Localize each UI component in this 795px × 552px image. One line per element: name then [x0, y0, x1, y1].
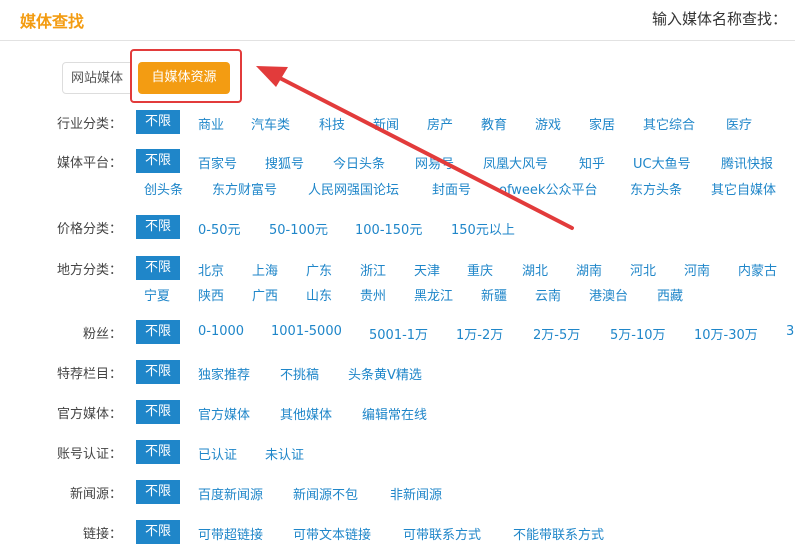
filter-option[interactable]: 陕西: [198, 285, 224, 304]
filter-option[interactable]: ofweek公众平台: [499, 179, 597, 198]
filter-option[interactable]: 0-1000: [198, 324, 244, 339]
filter-option[interactable]: 10万-30万: [694, 324, 758, 343]
filter-option[interactable]: 浙江: [360, 260, 386, 279]
filter-option[interactable]: 可带联系方式: [403, 524, 481, 543]
filter-option[interactable]: 河南: [684, 260, 710, 279]
filter-option[interactable]: 云南: [535, 285, 561, 304]
filter-option[interactable]: 内蒙古: [738, 260, 777, 279]
filter-option[interactable]: UC大鱼号: [633, 153, 691, 172]
filter-option[interactable]: 贵州: [360, 285, 386, 304]
filter-option[interactable]: 5001-1万: [369, 324, 428, 343]
filter-option[interactable]: 上海: [252, 260, 278, 279]
page-title: 媒体查找: [20, 12, 85, 31]
filter-option[interactable]: 0-50元: [198, 219, 241, 238]
filter-option[interactable]: 东方头条: [630, 179, 682, 198]
unlimited-badge[interactable]: 不限: [136, 110, 180, 134]
filter-option[interactable]: 可带文本链接: [293, 524, 371, 543]
filter-label: 媒体平台：: [56, 156, 122, 171]
filter-option[interactable]: 封面号: [432, 179, 471, 198]
filter-option[interactable]: 3: [786, 324, 794, 339]
filter-option[interactable]: 已认证: [198, 444, 237, 463]
filter-option[interactable]: 1万-2万: [456, 324, 503, 343]
filter-option[interactable]: 1001-5000: [271, 324, 342, 339]
filter-option[interactable]: 官方媒体: [198, 404, 250, 423]
filter-option[interactable]: 教育: [481, 114, 507, 133]
unlimited-badge[interactable]: 不限: [136, 215, 180, 239]
unlimited-badge[interactable]: 不限: [136, 149, 180, 173]
filter-option[interactable]: 游戏: [535, 114, 561, 133]
unlimited-badge[interactable]: 不限: [136, 520, 180, 544]
filter-option[interactable]: 新闻: [373, 114, 399, 133]
filter-option[interactable]: 湖北: [522, 260, 548, 279]
filter-option[interactable]: 非新闻源: [390, 484, 442, 503]
filter-option[interactable]: 广西: [252, 285, 278, 304]
filter-option[interactable]: 重庆: [467, 260, 493, 279]
filter-option[interactable]: 腾讯快报: [721, 153, 773, 172]
filter-label: 账号认证：: [56, 447, 122, 462]
filter-option[interactable]: 百度新闻源: [198, 484, 263, 503]
filter-option[interactable]: 凤凰大风号: [483, 153, 548, 172]
filter-option[interactable]: 其它综合: [643, 114, 695, 133]
filter-option[interactable]: 人民网强国论坛: [308, 179, 399, 198]
filter-option[interactable]: 其他媒体: [280, 404, 332, 423]
filter-option[interactable]: 今日头条: [333, 153, 385, 172]
filter-option[interactable]: 商业: [198, 114, 224, 133]
filter-option[interactable]: 不能带联系方式: [513, 524, 604, 543]
filter-option[interactable]: 河北: [630, 260, 656, 279]
filter-option[interactable]: 天津: [414, 260, 440, 279]
unlimited-badge[interactable]: 不限: [136, 320, 180, 344]
filter-label: 新闻源：: [69, 487, 122, 502]
filter-option[interactable]: 2万-5万: [533, 324, 580, 343]
filter-option[interactable]: 知乎: [579, 153, 605, 172]
filter-option[interactable]: 可带超链接: [198, 524, 263, 543]
filter-label: 地方分类：: [56, 263, 122, 278]
filter-label: 链接：: [82, 527, 122, 542]
filter-option[interactable]: 汽车类: [251, 114, 290, 133]
filter-option[interactable]: 医疗: [726, 114, 752, 133]
filter-label: 价格分类：: [56, 222, 122, 237]
filter-option[interactable]: 编辑常在线: [362, 404, 427, 423]
filter-option[interactable]: 新疆: [481, 285, 507, 304]
header: 媒体查找 输入媒体名称查找：: [0, 0, 795, 41]
filter-option[interactable]: 湖南: [576, 260, 602, 279]
filter-option[interactable]: 山东: [306, 285, 332, 304]
filter-option[interactable]: 不挑稿: [280, 364, 319, 383]
filter-option[interactable]: 50-100元: [269, 219, 328, 238]
filter-option[interactable]: 百家号: [198, 153, 237, 172]
filter-option[interactable]: 100-150元: [355, 219, 422, 238]
filter-option[interactable]: 网易号: [415, 153, 454, 172]
filter-option[interactable]: 独家推荐: [198, 364, 250, 383]
filter-option[interactable]: 房产: [427, 114, 453, 133]
filter-label: 官方媒体：: [56, 407, 122, 422]
annotation-highlight-box: [130, 49, 242, 103]
filter-option[interactable]: 广东: [306, 260, 332, 279]
filter-option[interactable]: 5万-10万: [610, 324, 666, 343]
filter-option[interactable]: 头条黄V精选: [348, 364, 422, 383]
unlimited-badge[interactable]: 不限: [136, 360, 180, 384]
filter-label: 行业分类：: [56, 117, 122, 132]
filter-option[interactable]: 家居: [589, 114, 615, 133]
filter-option[interactable]: 东方财富号: [212, 179, 277, 198]
filter-option[interactable]: 搜狐号: [265, 153, 304, 172]
unlimited-badge[interactable]: 不限: [136, 480, 180, 504]
unlimited-badge[interactable]: 不限: [136, 256, 180, 280]
filter-option[interactable]: 150元以上: [451, 219, 515, 238]
filter-option[interactable]: 黑龙江: [414, 285, 453, 304]
filter-option[interactable]: 港澳台: [589, 285, 628, 304]
filter-option[interactable]: 西藏: [657, 285, 683, 304]
filter-option[interactable]: 宁夏: [144, 285, 170, 304]
unlimited-badge[interactable]: 不限: [136, 440, 180, 464]
unlimited-badge[interactable]: 不限: [136, 400, 180, 424]
search-label: 输入媒体名称查找：: [651, 10, 787, 28]
filter-option[interactable]: 创头条: [144, 179, 183, 198]
filter-label: 粉丝：: [82, 327, 122, 342]
filter-option[interactable]: 新闻源不包: [293, 484, 358, 503]
filter-option[interactable]: 其它自媒体: [711, 179, 776, 198]
tab-website-media[interactable]: 网站媒体: [62, 62, 132, 94]
filter-option[interactable]: 北京: [198, 260, 224, 279]
filter-option[interactable]: 未认证: [265, 444, 304, 463]
filter-label: 特荐栏目：: [56, 367, 122, 382]
filter-option[interactable]: 科技: [319, 114, 345, 133]
